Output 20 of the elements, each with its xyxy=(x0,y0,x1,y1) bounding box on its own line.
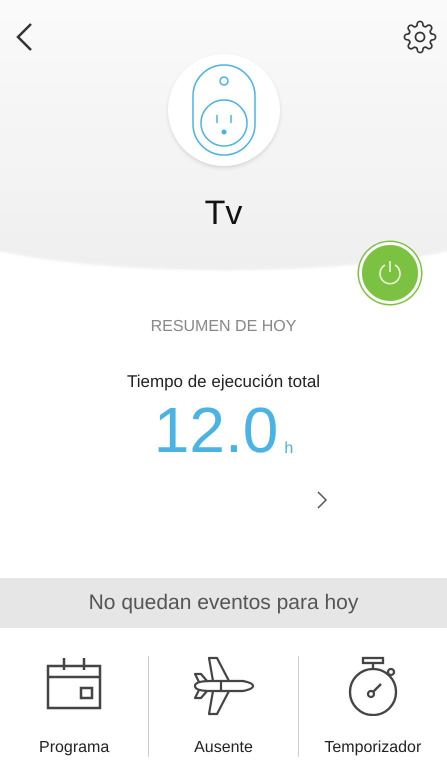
calendar-icon xyxy=(46,656,102,710)
action-button[interactable]: Ausente xyxy=(148,656,298,757)
runtime-unit: h xyxy=(284,440,294,458)
action-button[interactable]: Programa xyxy=(0,656,148,757)
power-icon xyxy=(376,259,404,287)
chevron-right-icon xyxy=(316,490,328,510)
device-name: Tv xyxy=(204,194,242,233)
back-button[interactable] xyxy=(14,22,34,52)
airplane-icon xyxy=(191,656,256,716)
settings-button[interactable] xyxy=(403,20,437,54)
runtime-label: Tiempo de ejecución total xyxy=(126,372,320,392)
stopwatch-icon xyxy=(346,656,399,716)
summary-title: RESUMEN DE HOY xyxy=(150,318,296,336)
action-button[interactable]: Temporizador xyxy=(298,656,447,757)
details-button[interactable] xyxy=(316,490,328,510)
events-banner: No quedan eventos para hoy xyxy=(0,578,447,628)
smart-plug-icon xyxy=(190,63,256,157)
back-icon xyxy=(14,22,34,52)
runtime-value: 12.0 xyxy=(154,398,278,462)
settings-icon xyxy=(403,20,437,54)
